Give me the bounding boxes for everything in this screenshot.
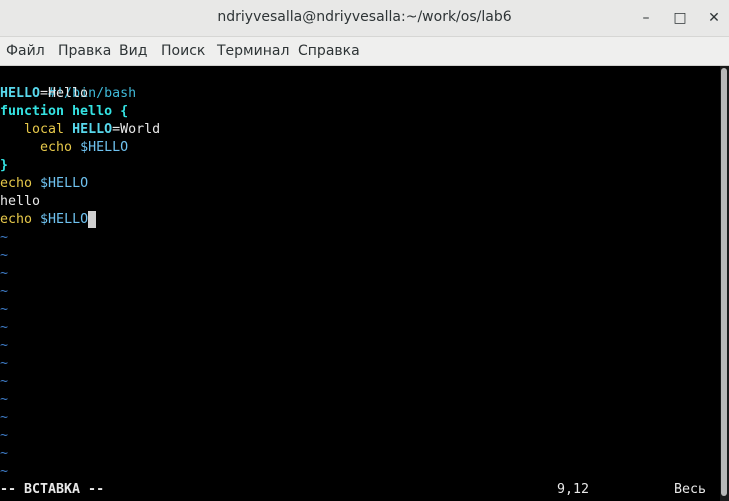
empty-line-marker: ~ — [0, 320, 9, 335]
cursor-position: 9,12 — [557, 482, 590, 497]
scroll-position: Весь — [674, 482, 707, 497]
local-keyword: local — [24, 122, 65, 137]
minimize-button[interactable]: – — [636, 8, 656, 28]
echo-command: echo — [0, 176, 33, 191]
code-line-3: function hello { — [0, 103, 128, 121]
empty-line-marker: ~ — [0, 248, 9, 263]
var-reference: $HELLO — [80, 140, 129, 155]
mode-indicator: -- ВСТАВКА -- — [0, 482, 105, 497]
function-decl: function hello { — [0, 104, 129, 119]
empty-line-marker: ~ — [0, 302, 9, 317]
empty-line-marker: ~ — [0, 374, 9, 389]
var-name: HELLO — [0, 86, 41, 101]
assignment: =Hello — [40, 86, 89, 101]
function-call: hello — [0, 194, 41, 209]
menu-edit[interactable]: Правка — [58, 43, 111, 59]
var-reference: $HELLO — [40, 212, 89, 227]
code-line-8: hello — [0, 193, 40, 211]
menu-terminal[interactable]: Терминал — [217, 43, 289, 59]
terminal-window: ndriyvesalla@ndriyvesalla:~/work/os/lab6… — [0, 0, 729, 501]
text-cursor — [88, 211, 97, 228]
menu-help[interactable]: Справка — [298, 43, 360, 59]
assignment: =World — [112, 122, 161, 137]
maximize-button[interactable]: □ — [670, 8, 690, 28]
var-name: HELLO — [72, 122, 113, 137]
scrollbar-thumb[interactable] — [721, 68, 727, 496]
menu-search[interactable]: Поиск — [161, 43, 205, 59]
menu-file[interactable]: Файл — [6, 43, 45, 59]
code-line-4: local HELLO=World — [0, 121, 160, 139]
empty-line-marker: ~ — [0, 230, 9, 245]
menu-view[interactable]: Вид — [119, 43, 147, 59]
empty-line-marker: ~ — [0, 446, 9, 461]
empty-line-marker: ~ — [0, 356, 9, 371]
code-line-7: echo $HELLO — [0, 175, 88, 193]
empty-line-marker: ~ — [0, 284, 9, 299]
echo-command: echo — [40, 140, 73, 155]
code-line-5: echo $HELLO — [0, 139, 128, 157]
menu-bar: Файл Правка Вид Поиск Терминал Справка — [0, 37, 729, 66]
empty-line-marker: ~ — [0, 410, 9, 425]
empty-line-marker: ~ — [0, 338, 9, 353]
code-line-1: #!/bin/bash — [0, 67, 136, 101]
vim-status-line: -- ВСТАВКА -- 9,12 Весь — [0, 481, 720, 499]
code-line-2: HELLO=Hello — [0, 85, 88, 103]
window-title: ndriyvesalla@ndriyvesalla:~/work/os/lab6 — [217, 9, 512, 25]
closing-brace: } — [0, 158, 9, 173]
empty-line-marker: ~ — [0, 392, 9, 407]
empty-line-marker: ~ — [0, 266, 9, 281]
code-line-9: echo $HELLO — [0, 211, 97, 229]
echo-command: echo — [0, 212, 33, 227]
terminal-area[interactable]: #!/bin/bash HELLO=Hello function hello {… — [0, 66, 720, 501]
close-button[interactable]: ✕ — [704, 8, 724, 28]
title-bar[interactable]: ndriyvesalla@ndriyvesalla:~/work/os/lab6… — [0, 0, 729, 37]
empty-line-marker: ~ — [0, 428, 9, 443]
var-reference: $HELLO — [40, 176, 89, 191]
code-line-6: } — [0, 157, 8, 175]
empty-line-marker: ~ — [0, 464, 9, 479]
